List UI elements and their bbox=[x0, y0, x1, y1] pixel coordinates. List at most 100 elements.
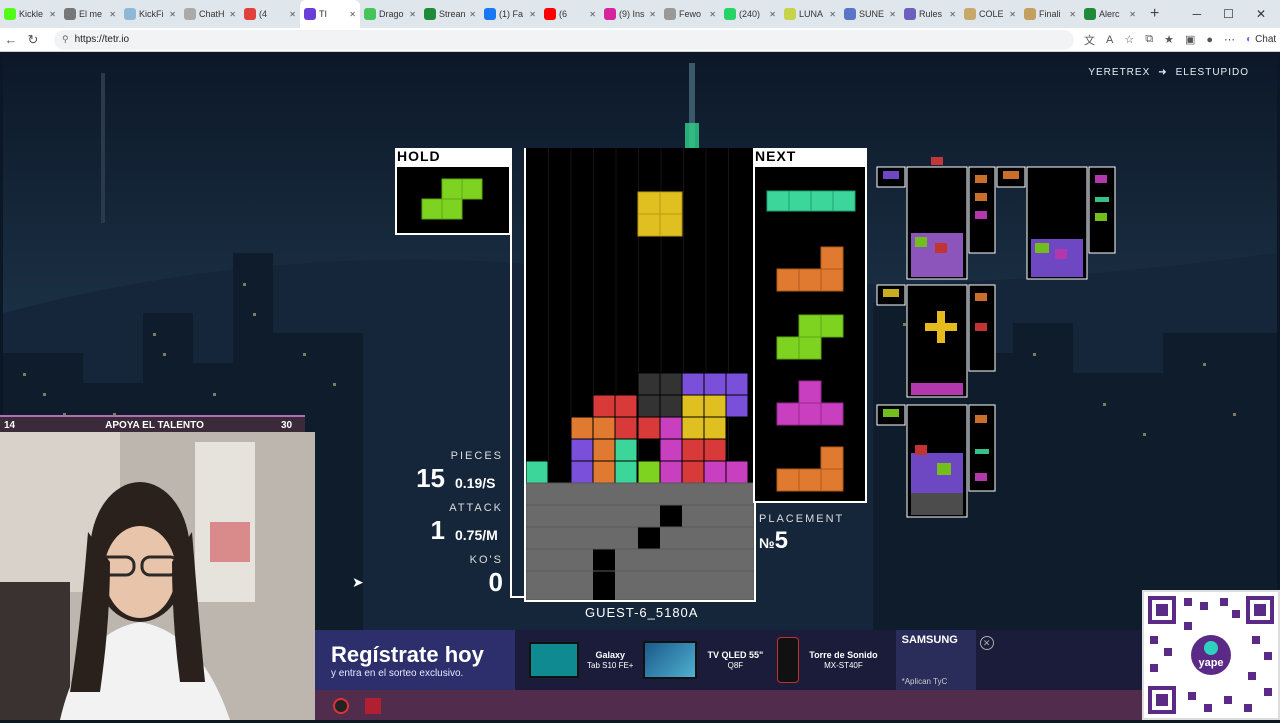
ad-banner[interactable]: Regístrate hoy y entra en el sorteo excl… bbox=[315, 630, 1142, 690]
browser-tab[interactable]: Kickle ✕ bbox=[0, 0, 60, 28]
tab-label: Fewo bbox=[679, 9, 702, 19]
chat-button[interactable]: ◐ Chat bbox=[1246, 34, 1276, 45]
new-tab-button[interactable]: + bbox=[1150, 5, 1170, 23]
tab-close-icon[interactable]: ✕ bbox=[889, 10, 896, 19]
more-icon[interactable]: ⋯ bbox=[1224, 33, 1235, 46]
tab-bar: Kickle ✕ El me ✕ KickFi ✕ ChatH ✕ (4 ✕ TI ✕ Drago ✕ St… bbox=[0, 0, 1280, 28]
tab-label: LUNA bbox=[799, 9, 824, 19]
ad-product-speaker-image bbox=[777, 637, 800, 683]
yape-logo-icon: yape bbox=[1198, 657, 1223, 669]
tab-label: (4 bbox=[259, 9, 268, 19]
pieces-label: PIECES bbox=[450, 450, 503, 462]
browser-tab[interactable]: COLE ✕ bbox=[960, 0, 1020, 28]
browser-tab[interactable]: LUNA ✕ bbox=[780, 0, 840, 28]
tab-close-icon[interactable]: ✕ bbox=[769, 10, 776, 19]
tab-favicon-icon bbox=[124, 8, 136, 20]
browser-tab[interactable]: ChatH ✕ bbox=[180, 0, 240, 28]
ad-headline: Regístrate hoy bbox=[331, 641, 484, 667]
browser-tab[interactable]: (4 ✕ bbox=[240, 0, 300, 28]
next-queue bbox=[753, 167, 867, 503]
tab-label: Kickle bbox=[19, 9, 44, 19]
tab-close-icon[interactable]: ✕ bbox=[709, 10, 716, 19]
tab-close-icon[interactable]: ✕ bbox=[1129, 10, 1136, 19]
attack-label: ATTACK bbox=[449, 502, 503, 514]
tab-close-icon[interactable]: ✕ bbox=[529, 10, 536, 19]
browser-tab[interactable]: SUNE ✕ bbox=[840, 0, 900, 28]
tab-close-icon[interactable]: ✕ bbox=[49, 10, 56, 19]
browser-tab[interactable]: (6 ✕ bbox=[540, 0, 600, 28]
placement: №5 bbox=[759, 527, 788, 555]
tab-close-icon[interactable]: ✕ bbox=[649, 10, 656, 19]
tab-close-icon[interactable]: ✕ bbox=[469, 10, 476, 19]
browser-tab[interactable]: Finali ✕ bbox=[1020, 0, 1080, 28]
browser-tab[interactable]: Fewo ✕ bbox=[660, 0, 720, 28]
tab-close-icon[interactable]: ✕ bbox=[829, 10, 836, 19]
collections-icon[interactable]: ▣ bbox=[1185, 33, 1195, 46]
stream-icon-2 bbox=[365, 698, 381, 714]
browser-tab[interactable]: Alerc ✕ bbox=[1080, 0, 1140, 28]
tab-label: Strean bbox=[439, 9, 466, 19]
tab-favicon-icon bbox=[364, 8, 376, 20]
tab-label: Finali bbox=[1039, 9, 1061, 19]
profile-icon[interactable]: ● bbox=[1206, 34, 1213, 46]
read-aloud-icon[interactable]: A bbox=[1106, 34, 1113, 46]
browser-tab[interactable]: Strean ✕ bbox=[420, 0, 480, 28]
tab-label: ChatH bbox=[199, 9, 225, 19]
browser-tab[interactable]: TI ✕ bbox=[300, 0, 360, 28]
tab-label: (6 bbox=[559, 9, 568, 19]
tab-favicon-icon bbox=[304, 8, 316, 20]
tab-close-icon[interactable]: ✕ bbox=[289, 10, 296, 19]
ad-close-icon[interactable]: ✕ bbox=[979, 636, 994, 650]
hold-box bbox=[395, 167, 511, 235]
tab-close-icon[interactable]: ✕ bbox=[229, 10, 236, 19]
browser-tab[interactable]: Drago ✕ bbox=[360, 0, 420, 28]
route-from: YERETREX bbox=[1088, 67, 1151, 78]
minimize-icon[interactable]: ─ bbox=[1193, 7, 1202, 21]
favorites-icon[interactable]: ★ bbox=[1164, 33, 1174, 46]
site-info-icon[interactable]: ⚲ bbox=[62, 34, 69, 45]
tab-close-icon[interactable]: ✕ bbox=[109, 10, 116, 19]
tab-close-icon[interactable]: ✕ bbox=[1069, 10, 1076, 19]
url-input[interactable]: ⚲ https://tetr.io bbox=[54, 29, 1074, 50]
tab-close-icon[interactable]: ✕ bbox=[349, 10, 356, 19]
talent-level: 14 bbox=[4, 419, 16, 431]
stream-icon-1 bbox=[333, 698, 349, 714]
browser-tab[interactable]: (240) ✕ bbox=[720, 0, 780, 28]
arrow-right-icon: ➜ bbox=[1158, 67, 1168, 78]
opponent-boards bbox=[876, 157, 1116, 518]
ad-headline-block: Regístrate hoy y entra en el sorteo excl… bbox=[315, 630, 515, 690]
browser-tab[interactable]: (1) Fa ✕ bbox=[480, 0, 540, 28]
placement-prefix: № bbox=[759, 535, 775, 551]
tab-favicon-icon bbox=[784, 8, 796, 20]
maximize-icon[interactable]: ☐ bbox=[1223, 7, 1234, 21]
extensions-icon[interactable]: ⧉ bbox=[1145, 33, 1153, 46]
talent-bar: 14 APOYA EL TALENTO 30 bbox=[0, 415, 305, 433]
tab-favicon-icon bbox=[844, 8, 856, 20]
tab-favicon-icon bbox=[1024, 8, 1036, 20]
talent-count: 30 bbox=[281, 419, 293, 431]
translate-icon[interactable]: 文 bbox=[1084, 32, 1095, 48]
attack-value: 1 bbox=[430, 515, 445, 545]
reload-icon[interactable]: ↻ bbox=[22, 32, 44, 48]
ad-product-3-name: Torre de Sonido bbox=[809, 649, 878, 660]
ad-product-2-detail: Q8F bbox=[727, 660, 744, 670]
tab-close-icon[interactable]: ✕ bbox=[409, 10, 416, 19]
close-window-icon[interactable]: ✕ bbox=[1256, 7, 1266, 21]
tab-favicon-icon bbox=[964, 8, 976, 20]
tab-favicon-icon bbox=[664, 8, 676, 20]
favorite-icon[interactable]: ☆ bbox=[1124, 33, 1134, 46]
tab-close-icon[interactable]: ✕ bbox=[949, 10, 956, 19]
chat-label: Chat bbox=[1255, 34, 1277, 45]
tab-close-icon[interactable]: ✕ bbox=[589, 10, 596, 19]
tab-close-icon[interactable]: ✕ bbox=[169, 10, 176, 19]
browser-tab[interactable]: (9) Ins ✕ bbox=[600, 0, 660, 28]
back-icon[interactable]: ← bbox=[0, 32, 22, 47]
ad-brand-block: SAMSUNG *Aplican TyC bbox=[895, 630, 976, 690]
tab-label: (240) bbox=[739, 9, 761, 19]
browser-tab[interactable]: KickFi ✕ bbox=[120, 0, 180, 28]
browser-tab[interactable]: Rules ✕ bbox=[900, 0, 960, 28]
tab-close-icon[interactable]: ✕ bbox=[1009, 10, 1016, 19]
copilot-icon: ◐ bbox=[1246, 34, 1253, 45]
ad-product-1: Galaxy Tab S10 FE+ bbox=[587, 650, 633, 671]
browser-tab[interactable]: El me ✕ bbox=[60, 0, 120, 28]
